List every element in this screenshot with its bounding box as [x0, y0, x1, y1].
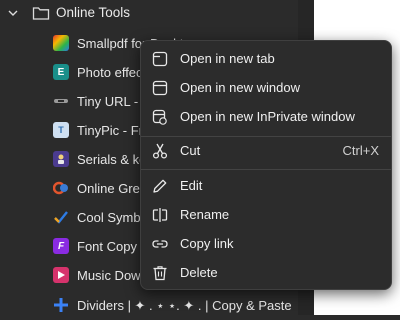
- menu-item-label: Edit: [180, 178, 203, 193]
- inprivate-window-icon: [151, 108, 169, 126]
- menu-item-copy-link[interactable]: Copy link: [145, 230, 387, 258]
- trash-icon: [151, 264, 169, 282]
- checkmark-icon: [53, 209, 69, 225]
- menu-item-label: Copy link: [180, 236, 234, 251]
- menu-item-cut[interactable]: Cut Ctrl+X: [145, 137, 387, 165]
- menu-item-label: Open in new tab: [180, 51, 275, 66]
- rename-icon: [151, 206, 169, 224]
- menu-item-label: Open in new window: [180, 80, 300, 95]
- menu-item-open-inprivate[interactable]: Open in new InPrivate window: [145, 103, 387, 131]
- new-window-icon: [151, 79, 169, 97]
- favorite-label: Dividers | ✦ . ⋆ ⋆. ✦ . | Copy & Paste: [77, 298, 292, 313]
- chevron-down-icon[interactable]: [7, 7, 19, 19]
- plus-icon: [53, 297, 69, 313]
- serials-icon: [53, 151, 69, 167]
- tinypic-icon: T: [53, 122, 69, 138]
- pencil-icon: [151, 177, 169, 195]
- music-icon: [53, 267, 69, 283]
- folder-label: Online Tools: [56, 5, 131, 20]
- link-icon: [151, 235, 169, 253]
- new-tab-icon: [151, 50, 169, 68]
- smallpdf-icon: [53, 35, 69, 51]
- favorite-label: Music Down: [77, 268, 148, 283]
- menu-item-delete[interactable]: Delete: [145, 259, 387, 287]
- context-menu: Open in new tab Open in new window Open …: [140, 40, 392, 290]
- shortcut-cut: Ctrl+X: [342, 143, 379, 158]
- menu-item-label: Delete: [180, 265, 218, 280]
- folder-icon: [32, 5, 50, 21]
- folder-online-tools[interactable]: Online Tools: [0, 0, 298, 26]
- menu-item-edit[interactable]: Edit: [145, 172, 387, 200]
- menu-item-open-new-window[interactable]: Open in new window: [145, 74, 387, 102]
- tinyurl-icon: [53, 93, 69, 109]
- font-copy-icon: F: [53, 238, 69, 254]
- menu-item-label: Open in new InPrivate window: [180, 109, 355, 124]
- greetings-icon: [53, 180, 69, 196]
- menu-item-label: Rename: [180, 207, 230, 222]
- menu-item-label: Cut: [180, 143, 201, 158]
- favorite-item[interactable]: Dividers | ✦ . ⋆ ⋆. ✦ . | Copy & Paste: [0, 291, 298, 320]
- menu-item-open-new-tab[interactable]: Open in new tab: [145, 45, 387, 73]
- photo-effects-icon: E: [53, 64, 69, 80]
- menu-item-rename[interactable]: Rename: [145, 201, 387, 229]
- menu-separator: [141, 169, 391, 170]
- scissors-icon: [151, 142, 169, 160]
